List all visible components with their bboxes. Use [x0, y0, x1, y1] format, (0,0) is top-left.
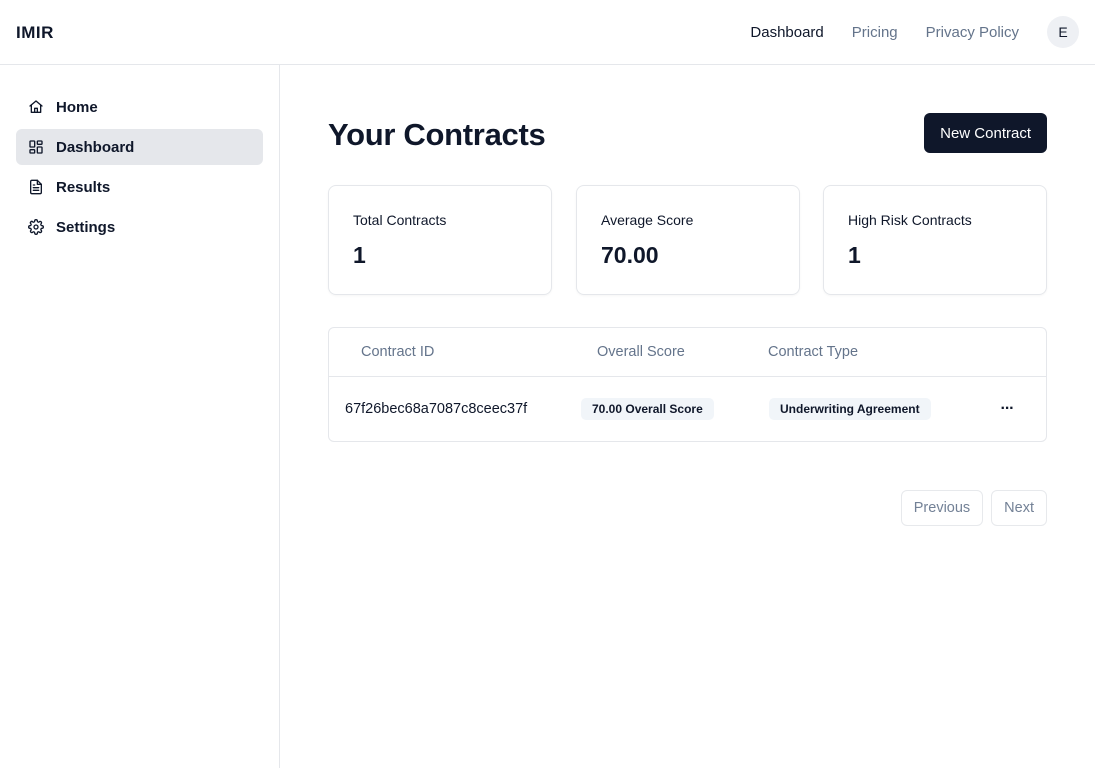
- stat-value: 70.00: [601, 242, 659, 268]
- stat-label: Total Contracts: [353, 212, 447, 228]
- stat-value: 1: [848, 242, 861, 268]
- sidebar-item-dashboard[interactable]: Dashboard: [16, 129, 263, 165]
- stat-label: Average Score: [601, 212, 694, 228]
- top-nav: Dashboard Pricing Privacy Policy E: [750, 16, 1079, 48]
- column-header-overall-score[interactable]: Overall Score: [597, 344, 685, 360]
- score-badge: 70.00 Overall Score: [581, 398, 714, 420]
- sidebar-item-results[interactable]: Results: [16, 169, 263, 205]
- page-title: Your Contracts: [328, 117, 546, 152]
- brand-logo[interactable]: IMIR: [16, 23, 54, 43]
- stat-label: High Risk Contracts: [848, 212, 972, 228]
- home-icon: [28, 99, 44, 115]
- topnav-dashboard-link[interactable]: Dashboard: [750, 24, 823, 41]
- table-row[interactable]: 67f26bec68a7087c8ceec37f 70.00 Overall S…: [329, 377, 1046, 441]
- topnav-privacy-policy-link[interactable]: Privacy Policy: [926, 24, 1019, 41]
- sidebar: Home Dashboard Results Settings: [0, 65, 280, 768]
- contracts-table: Contract ID Overall Score Contract Type …: [328, 327, 1047, 442]
- topnav-pricing-link[interactable]: Pricing: [852, 24, 898, 41]
- stat-card-high-risk-contracts: High Risk Contracts 1: [823, 185, 1047, 295]
- sidebar-item-home[interactable]: Home: [16, 89, 263, 125]
- contract-id-cell: 67f26bec68a7087c8ceec37f: [345, 401, 528, 417]
- stat-value: 1: [353, 242, 366, 268]
- gear-icon: [28, 219, 44, 235]
- stat-card-average-score: Average Score 70.00: [576, 185, 800, 295]
- column-header-contract-id[interactable]: Contract ID: [361, 344, 434, 360]
- top-bar: IMIR Dashboard Pricing Privacy Policy E: [0, 0, 1095, 65]
- sidebar-item-label: Settings: [56, 218, 116, 236]
- more-options-icon[interactable]: ···: [997, 399, 1017, 419]
- stats-row: Total Contracts 1 Average Score 70.00 Hi…: [328, 185, 1047, 295]
- stat-card-total-contracts: Total Contracts 1: [328, 185, 552, 295]
- pagination: Previous Next: [893, 490, 1047, 526]
- table-header: Contract ID Overall Score Contract Type: [329, 328, 1046, 377]
- column-header-contract-type[interactable]: Contract Type: [768, 344, 858, 360]
- user-avatar[interactable]: E: [1047, 16, 1079, 48]
- previous-page-button[interactable]: Previous: [900, 490, 984, 526]
- sidebar-item-label: Home: [56, 98, 98, 116]
- next-page-button[interactable]: Next: [991, 490, 1047, 526]
- new-contract-button[interactable]: New Contract: [924, 113, 1047, 153]
- sidebar-item-label: Dashboard: [56, 138, 135, 156]
- dashboard-icon: [28, 139, 44, 155]
- file-text-icon: [28, 179, 44, 195]
- contract-type-badge: Underwriting Agreement: [769, 398, 931, 420]
- sidebar-item-settings[interactable]: Settings: [16, 209, 263, 245]
- sidebar-item-label: Results: [56, 178, 111, 196]
